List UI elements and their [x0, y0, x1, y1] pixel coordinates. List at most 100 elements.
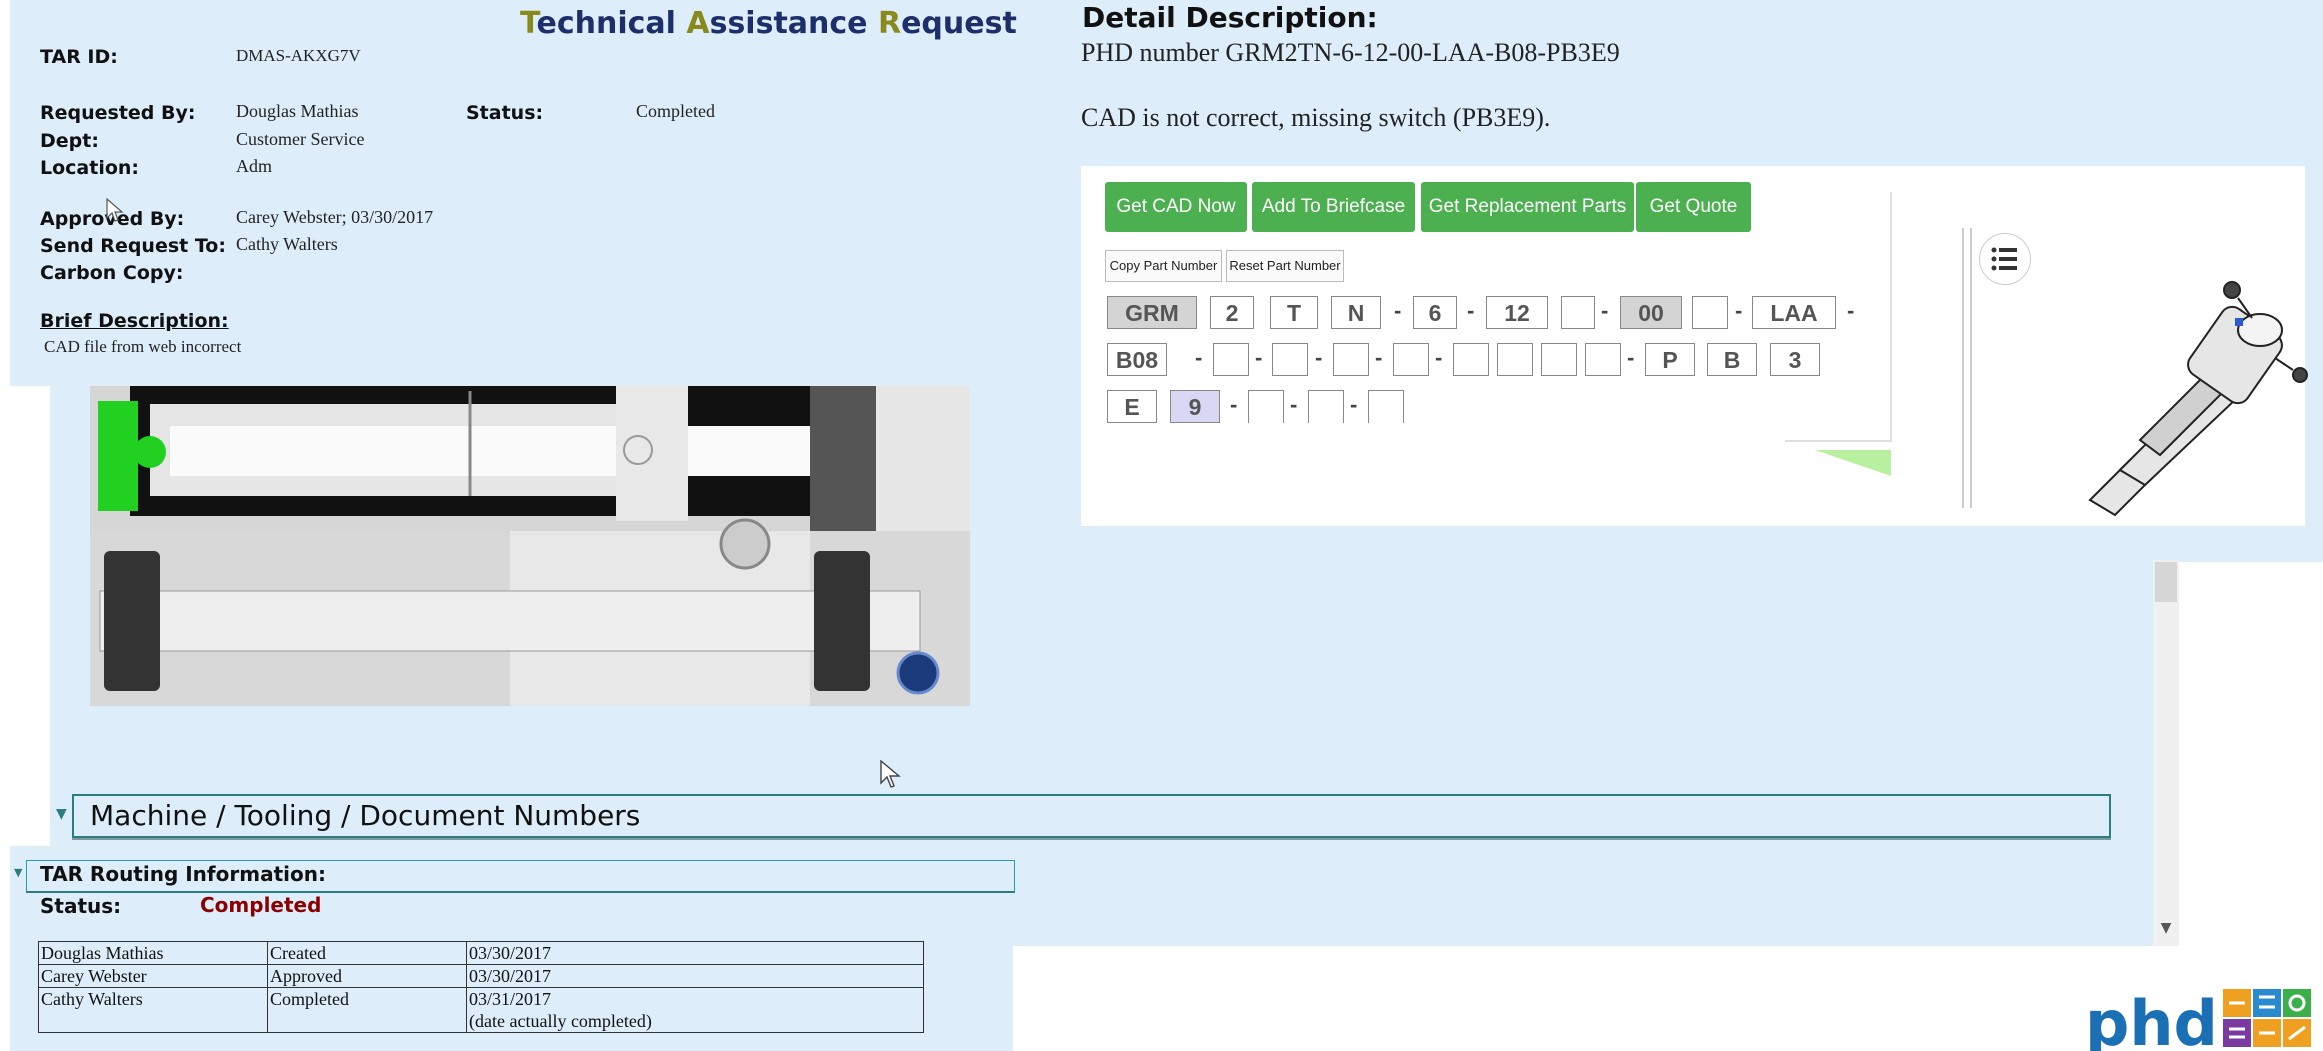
part-separator: -	[1290, 392, 1298, 417]
cursor-icon	[880, 759, 902, 795]
configurator-corner	[1815, 450, 1891, 476]
part-separator: -	[1735, 298, 1743, 323]
part-separator: -	[1467, 298, 1475, 323]
get-cad-now-button[interactable]: Get CAD Now	[1105, 182, 1247, 232]
status-label: Status:	[466, 102, 544, 124]
part-segment-field[interactable]: 2	[1210, 296, 1254, 329]
cursor-icon	[106, 197, 124, 229]
part-segment-field[interactable]	[1541, 343, 1577, 376]
part-segment-field[interactable]	[1453, 343, 1489, 376]
part-segment-field[interactable]	[1692, 296, 1728, 329]
routing-name: Cathy Walters	[38, 987, 268, 1033]
part-segment-field[interactable]	[1497, 343, 1533, 376]
part-separator: -	[1230, 392, 1238, 417]
part-separator: -	[1627, 345, 1635, 370]
viewer-divider	[1962, 228, 1964, 508]
routing-date-note: (date actually completed)	[469, 1011, 652, 1031]
part-segment-field[interactable]	[1333, 343, 1369, 376]
part-separator: -	[1847, 298, 1855, 323]
part-segment-field[interactable]: 12	[1486, 296, 1548, 329]
routing-date: 03/31/2017	[469, 989, 552, 1009]
product-3d-image	[2088, 281, 2308, 517]
part-segment-field[interactable]	[1248, 390, 1284, 423]
routing-name: Carey Webster	[38, 964, 268, 988]
carbon-copy-label: Carbon Copy:	[40, 262, 184, 284]
routing-date: 03/30/2017	[466, 941, 924, 965]
detail-description-line: CAD is not correct, missing switch (PB3E…	[1081, 103, 1551, 132]
part-segment-field[interactable]	[1272, 343, 1308, 376]
requested-by-value: Douglas Mathias	[236, 101, 359, 121]
part-segment-field[interactable]: 00	[1620, 296, 1682, 329]
part-segment-field[interactable]	[1368, 390, 1404, 423]
machine-section-title: Machine / Tooling / Document Numbers	[90, 799, 641, 832]
collapse-triangle-icon[interactable]: ▼	[14, 866, 22, 879]
part-separator: -	[1195, 345, 1203, 370]
location-label: Location:	[40, 157, 140, 179]
copy-part-number-button[interactable]: Copy Part Number	[1105, 250, 1222, 282]
location-value: Adm	[236, 156, 272, 176]
part-separator: -	[1375, 345, 1383, 370]
reset-part-number-button[interactable]: Reset Part Number	[1226, 250, 1344, 282]
detail-description-line: PHD number GRM2TN-6-12-00-LAA-B08-PB3E9	[1081, 38, 1620, 67]
part-segment-field[interactable]	[1308, 390, 1344, 423]
part-segment-field[interactable]	[1393, 343, 1429, 376]
collapse-triangle-icon[interactable]: ▼	[56, 806, 67, 822]
part-separator: -	[1255, 345, 1263, 370]
part-separator: -	[1350, 392, 1358, 417]
detail-description-title: Detail Description:	[1082, 1, 1378, 34]
part-separator: -	[1394, 298, 1402, 323]
routing-section-title: TAR Routing Information:	[40, 862, 326, 886]
vertical-scrollbar[interactable]	[2153, 560, 2179, 946]
routing-status-label: Status:	[40, 894, 122, 918]
page-title: Technical Assistance Request	[520, 6, 1017, 41]
dept-label: Dept:	[40, 130, 99, 152]
tar-id-label: TAR ID:	[40, 46, 118, 68]
scroll-thumb[interactable]	[2155, 562, 2177, 602]
part-segment-field[interactable]: B08	[1107, 343, 1167, 376]
part-segment-field[interactable]	[1561, 296, 1595, 329]
routing-date-cell: 03/31/2017 (date actually completed)	[466, 987, 924, 1033]
approved-by-value: Carey Webster; 03/30/2017	[236, 207, 434, 227]
cad-drawing-image	[90, 386, 970, 706]
get-replacement-parts-button[interactable]: Get Replacement Parts	[1421, 182, 1634, 232]
table-row: Carey Webster Approved 03/30/2017	[38, 964, 924, 988]
routing-date: 03/30/2017	[466, 964, 924, 988]
routing-action: Created	[267, 941, 467, 965]
part-segment-field[interactable]: 9	[1170, 390, 1220, 423]
part-segment-field[interactable]	[1585, 343, 1621, 376]
part-segment-field[interactable]: GRM	[1107, 296, 1197, 329]
send-request-to-label: Send Request To:	[40, 235, 226, 257]
add-to-briefcase-button[interactable]: Add To Briefcase	[1252, 182, 1415, 232]
routing-action: Completed	[267, 987, 467, 1033]
part-segment-field[interactable]: N	[1331, 296, 1381, 329]
part-separator: -	[1315, 345, 1323, 370]
configurator-divider	[1890, 192, 1892, 442]
part-segment-field[interactable]: T	[1270, 296, 1318, 329]
routing-table: Douglas Mathias Created 03/30/2017 Carey…	[38, 941, 924, 1033]
part-segment-field[interactable]: 3	[1770, 343, 1820, 376]
part-segment-field[interactable]: 6	[1413, 296, 1457, 329]
requested-by-label: Requested By:	[40, 102, 196, 124]
part-segment-field[interactable]: B	[1707, 343, 1757, 376]
routing-action: Approved	[267, 964, 467, 988]
part-separator: -	[1601, 298, 1609, 323]
table-row: Cathy Walters Completed 03/31/2017 (date…	[38, 987, 924, 1033]
brief-description-value: CAD file from web incorrect	[44, 337, 242, 356]
part-separator: -	[1435, 345, 1443, 370]
part-segment-field[interactable]: E	[1107, 390, 1157, 423]
send-request-to-value: Cathy Walters	[236, 234, 338, 254]
part-segment-field[interactable]	[1213, 343, 1249, 376]
get-quote-button[interactable]: Get Quote	[1636, 182, 1751, 232]
brief-description-label: Brief Description:	[40, 310, 229, 332]
configurator-divider	[1785, 440, 1892, 442]
part-segment-field[interactable]: P	[1645, 343, 1695, 376]
routing-status-value: Completed	[200, 893, 322, 917]
menu-icon[interactable]	[1979, 233, 2031, 285]
part-segment-field[interactable]: LAA	[1752, 296, 1836, 329]
routing-name: Douglas Mathias	[38, 941, 268, 965]
viewer-divider	[1970, 228, 1972, 508]
dept-value: Customer Service	[236, 129, 365, 149]
table-row: Douglas Mathias Created 03/30/2017	[38, 941, 924, 965]
status-value: Completed	[636, 101, 715, 121]
scroll-down-icon[interactable]: ▼	[2157, 920, 2175, 940]
